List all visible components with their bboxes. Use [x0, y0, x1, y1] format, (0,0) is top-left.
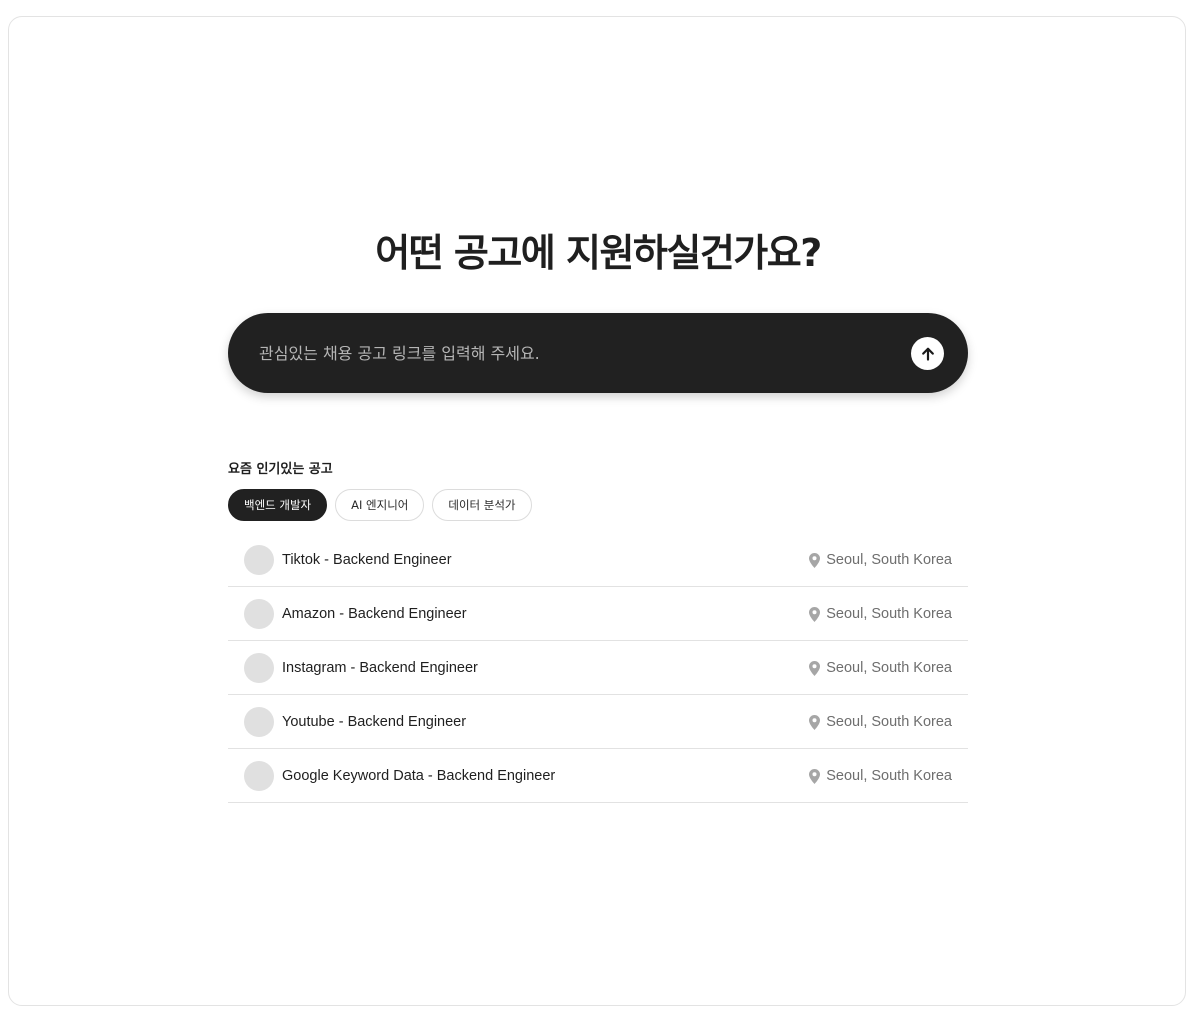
company-logo-placeholder: [244, 707, 274, 737]
job-row[interactable]: Tiktok - Backend Engineer Seoul, South K…: [228, 533, 968, 587]
job-location: Seoul, South Korea: [809, 695, 952, 749]
page-title: 어떤 공고에 지원하실건가요?: [375, 231, 822, 275]
job-title: Youtube - Backend Engineer: [282, 714, 467, 730]
job-row[interactable]: Youtube - Backend Engineer Seoul, South …: [228, 695, 968, 749]
tab-backend-developer[interactable]: 백엔드 개발자: [228, 489, 328, 521]
job-list: Tiktok - Backend Engineer Seoul, South K…: [228, 533, 968, 803]
location-text: Seoul, South Korea: [826, 714, 952, 730]
job-location: Seoul, South Korea: [809, 533, 952, 587]
arrow-up-icon: [920, 346, 936, 362]
company-logo-placeholder: [244, 761, 274, 791]
job-title: Tiktok - Backend Engineer: [282, 552, 452, 568]
location-text: Seoul, South Korea: [826, 768, 952, 784]
job-title: Google Keyword Data - Backend Engineer: [282, 768, 556, 784]
location-text: Seoul, South Korea: [826, 552, 952, 568]
location-pin-icon: [809, 606, 821, 622]
category-tabs: 백엔드 개발자 AI 엔지니어 데이터 분석가: [228, 489, 532, 521]
search-bar: [228, 313, 968, 393]
location-text: Seoul, South Korea: [826, 606, 952, 622]
job-title: Instagram - Backend Engineer: [282, 660, 478, 676]
app-frame: [8, 16, 1186, 1006]
job-location: Seoul, South Korea: [809, 587, 952, 641]
job-link-input[interactable]: [259, 313, 879, 393]
tab-ai-engineer[interactable]: AI 엔지니어: [335, 489, 425, 521]
location-pin-icon: [809, 552, 821, 568]
job-location: Seoul, South Korea: [809, 749, 952, 803]
location-text: Seoul, South Korea: [826, 660, 952, 676]
location-pin-icon: [809, 714, 821, 730]
job-row[interactable]: Google Keyword Data - Backend Engineer S…: [228, 749, 968, 803]
company-logo-placeholder: [244, 545, 274, 575]
location-pin-icon: [809, 768, 821, 784]
job-row[interactable]: Amazon - Backend Engineer Seoul, South K…: [228, 587, 968, 641]
job-row[interactable]: Instagram - Backend Engineer Seoul, Sout…: [228, 641, 968, 695]
tab-data-analyst[interactable]: 데이터 분석가: [432, 489, 532, 521]
job-title: Amazon - Backend Engineer: [282, 606, 467, 622]
company-logo-placeholder: [244, 599, 274, 629]
company-logo-placeholder: [244, 653, 274, 683]
job-location: Seoul, South Korea: [809, 641, 952, 695]
popular-jobs-title: 요즘 인기있는 공고: [228, 462, 333, 477]
location-pin-icon: [809, 660, 821, 676]
submit-button[interactable]: [911, 337, 944, 370]
